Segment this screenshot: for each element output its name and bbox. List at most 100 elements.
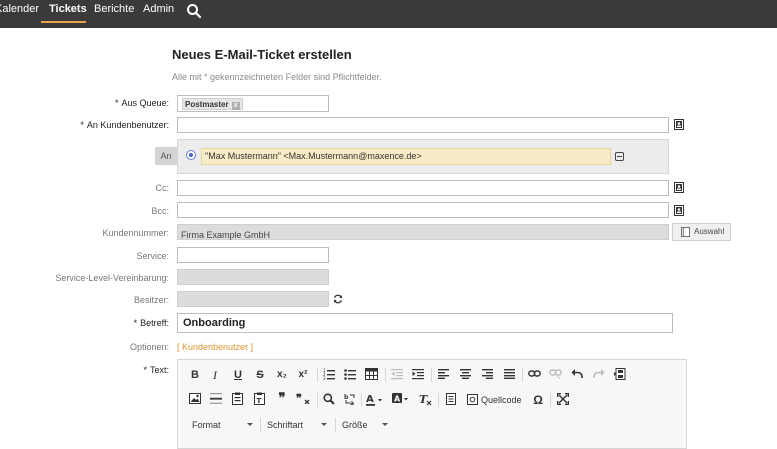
toolbar-separator	[385, 368, 386, 382]
maximize-icon[interactable]	[557, 393, 569, 405]
text-color-icon[interactable]: A	[366, 393, 384, 406]
subscript-button[interactable]: x₂	[274, 367, 290, 383]
remove-format-icon[interactable]: T	[419, 393, 432, 406]
preview-icon[interactable]	[445, 393, 457, 405]
svg-text:A: A	[366, 394, 374, 405]
paste-text-icon[interactable]: T	[254, 392, 266, 405]
nav-item-berichte[interactable]: Berichte	[94, 0, 134, 28]
toolbar-separator	[361, 393, 362, 407]
to-button[interactable]: An	[155, 147, 177, 165]
unlink-icon[interactable]	[549, 369, 562, 379]
italic-button[interactable]: I	[209, 367, 221, 383]
refresh-icon[interactable]	[333, 294, 343, 304]
paste-icon[interactable]	[232, 392, 244, 405]
toolbar-separator	[522, 368, 523, 382]
numbered-list-icon[interactable]: 1 2 3	[323, 368, 335, 380]
toolbar-separator	[335, 418, 336, 432]
required-hint: Alle mit * gekennzeichneten Felder sind …	[172, 72, 382, 82]
format-dropdown[interactable]: Format	[192, 417, 256, 433]
special-char-button[interactable]: Ω	[532, 392, 544, 408]
align-left-icon[interactable]	[438, 369, 449, 379]
toolbar-separator	[431, 368, 432, 382]
font-dropdown[interactable]: Schriftart	[267, 417, 331, 433]
queue-chip: Postmaster x	[182, 98, 243, 110]
horizontal-line-icon[interactable]	[210, 393, 222, 404]
toolbar-separator	[438, 393, 439, 407]
text-label: * Text:	[143, 365, 169, 375]
strikethrough-button[interactable]: S	[254, 367, 266, 383]
sla-label: Service-Level-Vereinbarung:	[55, 273, 169, 283]
recipient-list: "Max Mustermann" <Max.Mustermann@maxence…	[177, 139, 669, 174]
image-icon[interactable]	[189, 393, 201, 404]
address-book-icon[interactable]	[674, 182, 684, 193]
chevron-down-icon	[247, 423, 253, 426]
bold-button[interactable]: B	[189, 367, 201, 383]
subject-input[interactable]: Onboarding	[177, 313, 673, 333]
rich-text-editor: B I U S x₂ x² 1 2 3 T ❞ ❞ b a A A T Quel…	[177, 359, 687, 449]
toolbar-separator	[550, 393, 551, 407]
cc-label: Cc:	[155, 183, 170, 193]
address-book-icon[interactable]	[674, 205, 684, 216]
recipient-radio[interactable]	[186, 150, 196, 160]
link-icon[interactable]	[528, 369, 541, 378]
service-label: Service:	[136, 251, 169, 261]
required-star: *	[114, 98, 119, 108]
undo-icon[interactable]	[571, 368, 583, 379]
chevron-down-icon	[321, 423, 327, 426]
queue-label: * Aus Queue:	[114, 98, 169, 108]
customer-id-label: Kundennummer:	[102, 228, 169, 238]
svg-text:❞: ❞	[296, 393, 302, 404]
service-select[interactable]	[177, 247, 329, 263]
superscript-button[interactable]: x²	[295, 367, 311, 383]
auswahl-button[interactable]: Auswahl	[672, 223, 731, 241]
chip-remove-icon[interactable]: x	[231, 102, 240, 110]
customer-user-options-link[interactable]: [ Kundenbenutzer ]	[177, 342, 253, 352]
outdent-icon[interactable]	[391, 368, 403, 380]
page-break-icon[interactable]	[614, 368, 626, 380]
source-code-icon[interactable]	[467, 394, 478, 405]
toolbar-separator	[260, 418, 261, 432]
size-dropdown[interactable]: Größe	[342, 417, 392, 433]
top-navigation: Kalender Tickets Berichte Admin	[0, 0, 777, 28]
address-book-icon	[681, 227, 690, 237]
replace-icon[interactable]: b a	[344, 393, 357, 405]
sla-select	[177, 269, 329, 285]
table-icon[interactable]	[365, 368, 378, 380]
underline-button[interactable]: U	[232, 367, 244, 383]
required-star: *	[133, 318, 138, 328]
redo-icon[interactable]	[593, 368, 605, 379]
blockquote-icon[interactable]: ❞	[274, 391, 290, 407]
align-justify-icon[interactable]	[504, 369, 515, 379]
queue-field[interactable]: Postmaster x	[177, 95, 329, 112]
indent-icon[interactable]	[412, 368, 424, 380]
customer-id-input: Firma Example GmbH	[177, 224, 669, 240]
search-icon[interactable]	[186, 3, 202, 19]
owner-label: Besitzer:	[133, 295, 169, 305]
align-center-icon[interactable]	[460, 369, 471, 379]
customer-user-label: * An Kundenbenutzer:	[80, 120, 169, 130]
svg-text:T: T	[419, 393, 428, 406]
bullet-list-icon[interactable]	[344, 368, 356, 380]
toolbar-separator	[317, 368, 318, 382]
bcc-input[interactable]	[177, 202, 669, 218]
cc-input[interactable]	[177, 180, 669, 196]
remove-quote-icon[interactable]: ❞	[296, 393, 310, 404]
find-icon[interactable]	[323, 393, 335, 405]
nav-item-tickets[interactable]: Tickets	[49, 0, 87, 28]
svg-text:T: T	[257, 397, 262, 405]
svg-text:a: a	[350, 400, 354, 405]
svg-text:A: A	[394, 395, 401, 404]
address-book-icon[interactable]	[674, 119, 684, 130]
bcc-label: Bcc:	[151, 206, 169, 216]
source-code-button[interactable]: Quellcode	[481, 392, 522, 408]
svg-text:3: 3	[323, 376, 326, 380]
active-tab-indicator	[41, 21, 86, 23]
nav-item-kalender[interactable]: Kalender	[0, 0, 39, 28]
page-title: Neues E-Mail-Ticket erstellen	[172, 47, 352, 62]
customer-user-input[interactable]	[177, 117, 669, 133]
owner-select	[177, 291, 329, 307]
nav-item-admin[interactable]: Admin	[143, 0, 174, 28]
remove-recipient-icon[interactable]	[615, 152, 624, 161]
align-right-icon[interactable]	[482, 369, 493, 379]
background-color-icon[interactable]: A	[392, 393, 410, 406]
